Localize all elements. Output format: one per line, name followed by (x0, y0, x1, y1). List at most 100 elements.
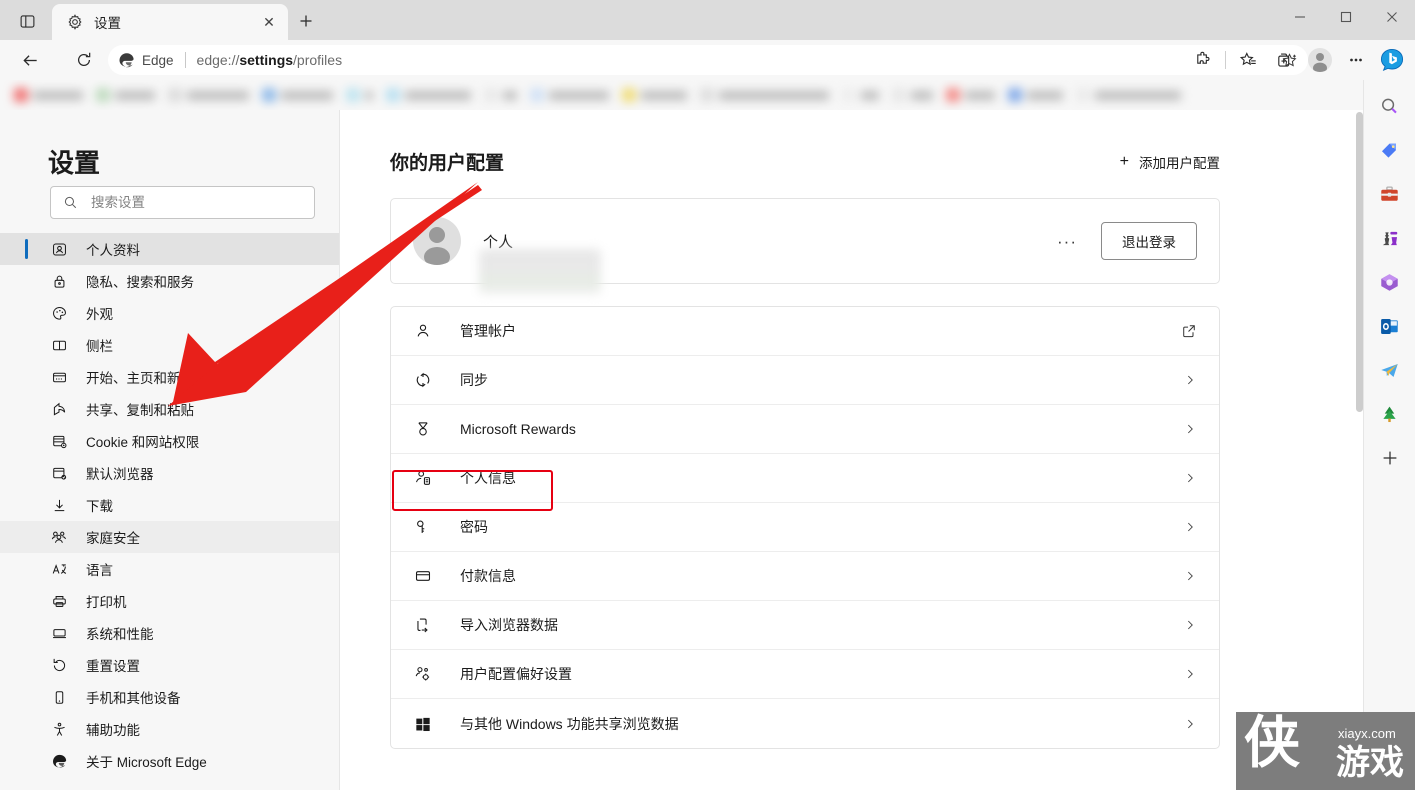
minimize-button[interactable] (1277, 0, 1323, 34)
add-icon[interactable] (1376, 444, 1404, 472)
home-tab-icon (50, 368, 68, 386)
tree-icon[interactable] (1376, 400, 1404, 428)
ellipsis-icon (1350, 58, 1362, 62)
list-item-share-with-windows[interactable]: 与其他 Windows 功能共享浏览数据 (391, 699, 1219, 748)
default-browser-icon (50, 464, 68, 482)
list-item-manage-account[interactable]: 管理帐户 (391, 307, 1219, 356)
edge-sidebar-rail (1363, 80, 1415, 790)
add-profile-label: 添加用户配置 (1139, 155, 1220, 171)
list-item-label: 付款信息 (460, 568, 516, 584)
games-icon[interactable] (1376, 224, 1404, 252)
sidebar-item-reset-settings[interactable]: 重置设置 (0, 649, 339, 681)
sidebar-item-downloads[interactable]: 下载 (0, 489, 339, 521)
settings-page: 设置 个人资料 隐私、搜索和服务 (0, 110, 1363, 790)
reload-button[interactable] (68, 44, 100, 76)
profile-more-button[interactable]: ··· (1051, 229, 1083, 254)
list-item-sync[interactable]: 同步 (391, 356, 1219, 405)
sidebar-item-label: 辅助功能 (86, 723, 140, 738)
sidebar-item-label: 外观 (86, 307, 113, 322)
system-icon (50, 624, 68, 642)
sidebar-item-share-copy-paste[interactable]: 共享、复制和粘贴 (0, 393, 339, 425)
watermark-site: xiayx.com (1338, 726, 1396, 741)
rewards-medal-icon (413, 419, 433, 439)
sidebar-item-label: 重置设置 (86, 659, 140, 674)
collections-button[interactable] (1267, 44, 1301, 76)
url-bold: settings (239, 52, 294, 68)
list-item-personal-info[interactable]: 个人信息 (391, 454, 1219, 503)
sign-out-button[interactable]: 退出登录 (1101, 222, 1197, 260)
sidebar-item-about-edge[interactable]: 关于 Microsoft Edge (0, 745, 339, 777)
add-profile-button[interactable]: + 添加用户配置 (1120, 152, 1220, 172)
list-item-profile-preferences[interactable]: 用户配置偏好设置 (391, 650, 1219, 699)
telegram-icon[interactable] (1376, 356, 1404, 384)
list-item-label: 与其他 Windows 功能共享浏览数据 (460, 715, 679, 732)
phone-icon (50, 688, 68, 706)
bookmarks-bar[interactable] (0, 80, 1415, 110)
omnibox-url[interactable]: edge://settings/profiles (197, 52, 1276, 68)
url-prefix: edge:// (196, 52, 240, 68)
sidebar-item-label: 手机和其他设备 (86, 691, 181, 706)
window-controls (1277, 0, 1415, 40)
office-icon[interactable] (1376, 268, 1404, 296)
accessibility-icon (50, 720, 68, 738)
sidebar-item-appearance[interactable]: 外观 (0, 297, 339, 329)
sidebar-item-profiles[interactable]: 个人资料 (0, 233, 339, 265)
content-heading: 你的用户配置 (390, 153, 505, 174)
download-icon (50, 496, 68, 514)
search-settings-box[interactable] (50, 186, 315, 219)
favorites-button[interactable] (1231, 44, 1265, 76)
sidebar-item-cookies[interactable]: Cookie 和网站权限 (0, 425, 339, 457)
sidebar-item-start-home-newtab[interactable]: 开始、主页和新建标签页 (0, 361, 339, 393)
person-avatar-icon (424, 227, 450, 265)
puzzle-icon (1197, 51, 1210, 64)
printer-icon (50, 592, 68, 610)
profile-card: 个人 ··· 退出登录 (390, 198, 1220, 294)
profile-card-actions: ··· 退出登录 (1051, 222, 1197, 260)
profile-button[interactable] (1303, 44, 1337, 76)
chevron-right-icon (1183, 520, 1197, 534)
sidebar-item-default-browser[interactable]: 默认浏览器 (0, 457, 339, 489)
sidebar-item-system-performance[interactable]: 系统和性能 (0, 617, 339, 649)
settings-and-more-button[interactable] (1339, 44, 1373, 76)
sidebar-item-sidebar[interactable]: 侧栏 (0, 329, 339, 361)
list-item-label: 密码 (460, 519, 488, 535)
list-item-microsoft-rewards[interactable]: Microsoft Rewards (391, 405, 1219, 454)
chevron-right-icon (1183, 569, 1197, 583)
list-item-import-browser-data[interactable]: 导入浏览器数据 (391, 601, 1219, 650)
browser-tab-settings[interactable]: 设置 ✕ (52, 4, 288, 40)
copilot-button[interactable] (1375, 44, 1409, 76)
extensions-button[interactable] (1186, 44, 1220, 76)
share-icon (50, 400, 68, 418)
close-icon[interactable]: ✕ (258, 11, 280, 33)
close-window-button[interactable] (1369, 0, 1415, 34)
back-button[interactable] (14, 44, 46, 76)
list-item-payment-info[interactable]: 付款信息 (391, 552, 1219, 601)
sidebar-item-accessibility[interactable]: 辅助功能 (0, 713, 339, 745)
sidebar-item-label: 开始、主页和新建标签页 (86, 371, 235, 386)
lock-icon (50, 272, 68, 290)
sidebar-item-label: 隐私、搜索和服务 (86, 275, 194, 290)
sidebar-item-printers[interactable]: 打印机 (0, 585, 339, 617)
gear-icon (68, 14, 82, 30)
address-bar[interactable]: Edge edge://settings/profiles (108, 45, 1308, 75)
tools-icon[interactable] (1376, 180, 1404, 208)
tab-actions-button[interactable] (10, 7, 44, 35)
shopping-tag-icon[interactable] (1376, 136, 1404, 164)
list-item-label: 用户配置偏好设置 (460, 666, 572, 682)
list-item-passwords[interactable]: 密码 (391, 503, 1219, 552)
cookie-icon (50, 432, 68, 450)
minimize-icon (1295, 16, 1305, 18)
search-icon[interactable] (1376, 92, 1404, 120)
sync-icon (413, 370, 433, 390)
sidebar-item-languages[interactable]: 语言 (0, 553, 339, 585)
page-scrollbar-thumb[interactable] (1356, 112, 1363, 412)
new-tab-button[interactable] (292, 8, 320, 34)
bookmarks-blurred-content (14, 80, 1181, 110)
sidebar-item-label: 共享、复制和粘贴 (86, 403, 194, 418)
search-input[interactable] (91, 195, 291, 210)
sidebar-item-phone-devices[interactable]: 手机和其他设备 (0, 681, 339, 713)
outlook-icon[interactable] (1376, 312, 1404, 340)
maximize-button[interactable] (1323, 0, 1369, 34)
sidebar-item-family-safety[interactable]: 家庭安全 (0, 521, 339, 553)
sidebar-item-privacy[interactable]: 隐私、搜索和服务 (0, 265, 339, 297)
